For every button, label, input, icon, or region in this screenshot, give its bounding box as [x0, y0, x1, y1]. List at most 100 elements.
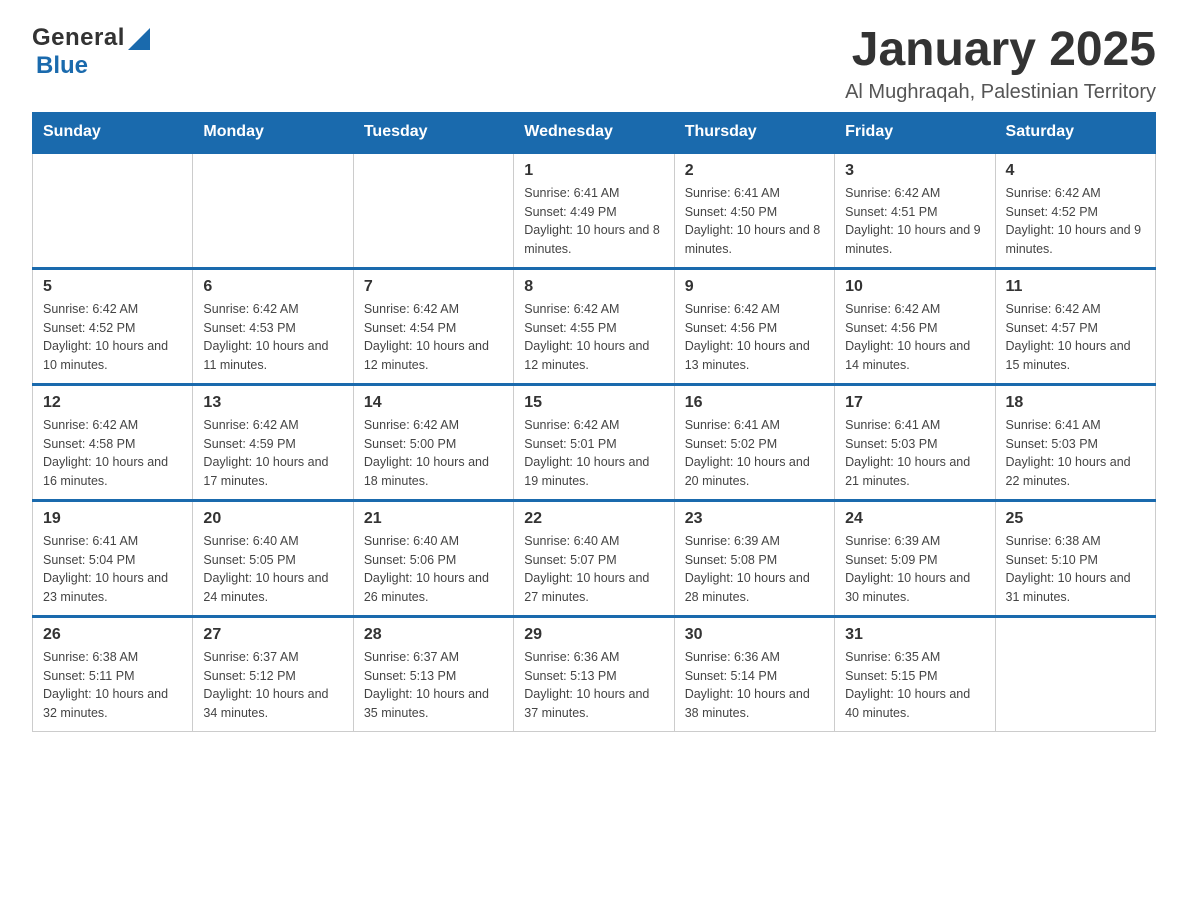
- day-cell: 11 Sunrise: 6:42 AMSunset: 4:57 PMDayligh…: [995, 268, 1155, 384]
- day-cell: 5 Sunrise: 6:42 AMSunset: 4:52 PMDaylight…: [33, 268, 193, 384]
- day-cell: 4 Sunrise: 6:42 AMSunset: 4:52 PMDaylight…: [995, 152, 1155, 268]
- day-info: Sunrise: 6:40 AMSunset: 5:07 PMDaylight:…: [524, 532, 663, 607]
- day-cell: 6 Sunrise: 6:42 AMSunset: 4:53 PMDaylight…: [193, 268, 353, 384]
- day-number: 12: [43, 394, 182, 412]
- day-cell: [193, 152, 353, 268]
- day-info: Sunrise: 6:42 AMSunset: 4:52 PMDaylight:…: [43, 300, 182, 375]
- day-cell: 15 Sunrise: 6:42 AMSunset: 5:01 PMDayligh…: [514, 384, 674, 500]
- day-info: Sunrise: 6:40 AMSunset: 5:05 PMDaylight:…: [203, 532, 342, 607]
- header-cell-wednesday: Wednesday: [514, 112, 674, 152]
- day-number: 5: [43, 278, 182, 296]
- title-section: January 2025 Al Mughraqah, Palestinian T…: [845, 24, 1156, 104]
- day-number: 10: [845, 278, 984, 296]
- day-info: Sunrise: 6:42 AMSunset: 4:52 PMDaylight:…: [1006, 184, 1145, 259]
- day-cell: 25Sunrise: 6:38 AMSunset: 5:10 PMDayligh…: [995, 500, 1155, 616]
- day-info: Sunrise: 6:37 AMSunset: 5:12 PMDaylight:…: [203, 648, 342, 723]
- week-row-4: 19 Sunrise: 6:41 AMSunset: 5:04 PMDayligh…: [33, 500, 1156, 616]
- day-info: Sunrise: 6:35 AMSunset: 5:15 PMDaylight:…: [845, 648, 984, 723]
- day-number: 19: [43, 510, 182, 528]
- day-info: Sunrise: 6:42 AMSunset: 4:51 PMDaylight:…: [845, 184, 984, 259]
- day-info: Sunrise: 6:42 AMSunset: 4:55 PMDaylight:…: [524, 300, 663, 375]
- day-cell: 7 Sunrise: 6:42 AMSunset: 4:54 PMDaylight…: [353, 268, 513, 384]
- day-cell: 31 Sunrise: 6:35 AMSunset: 5:15 PMDayligh…: [835, 616, 995, 731]
- day-number: 29: [524, 626, 663, 644]
- day-number: 4: [1006, 162, 1145, 180]
- day-number: 2: [685, 162, 824, 180]
- day-info: Sunrise: 6:41 AMSunset: 4:50 PMDaylight:…: [685, 184, 824, 259]
- logo: General Blue: [32, 24, 150, 80]
- day-cell: 29 Sunrise: 6:36 AMSunset: 5:13 PMDayligh…: [514, 616, 674, 731]
- day-number: 17: [845, 394, 984, 412]
- day-info: Sunrise: 6:38 AMSunset: 5:10 PMDaylight:…: [1006, 532, 1145, 607]
- day-info: Sunrise: 6:36 AMSunset: 5:13 PMDaylight:…: [524, 648, 663, 723]
- day-cell: 20 Sunrise: 6:40 AMSunset: 5:05 PMDayligh…: [193, 500, 353, 616]
- day-info: Sunrise: 6:36 AMSunset: 5:14 PMDaylight:…: [685, 648, 824, 723]
- day-number: 28: [364, 626, 503, 644]
- day-number: 30: [685, 626, 824, 644]
- day-info: Sunrise: 6:42 AMSunset: 4:53 PMDaylight:…: [203, 300, 342, 375]
- header-row: SundayMondayTuesdayWednesdayThursdayFrid…: [33, 112, 1156, 152]
- day-cell: 10 Sunrise: 6:42 AMSunset: 4:56 PMDayligh…: [835, 268, 995, 384]
- day-number: 18: [1006, 394, 1145, 412]
- header-cell-tuesday: Tuesday: [353, 112, 513, 152]
- day-cell: 19 Sunrise: 6:41 AMSunset: 5:04 PMDayligh…: [33, 500, 193, 616]
- calendar-table: SundayMondayTuesdayWednesdayThursdayFrid…: [32, 112, 1156, 732]
- day-info: Sunrise: 6:41 AMSunset: 5:02 PMDaylight:…: [685, 416, 824, 491]
- day-info: Sunrise: 6:42 AMSunset: 4:56 PMDaylight:…: [845, 300, 984, 375]
- day-info: Sunrise: 6:37 AMSunset: 5:13 PMDaylight:…: [364, 648, 503, 723]
- day-cell: [995, 616, 1155, 731]
- header-cell-saturday: Saturday: [995, 112, 1155, 152]
- day-number: 20: [203, 510, 342, 528]
- day-info: Sunrise: 6:39 AMSunset: 5:08 PMDaylight:…: [685, 532, 824, 607]
- calendar-body: 1 Sunrise: 6:41 AMSunset: 4:49 PMDaylight…: [33, 152, 1156, 731]
- day-info: Sunrise: 6:41 AMSunset: 4:49 PMDaylight:…: [524, 184, 663, 259]
- day-cell: 28 Sunrise: 6:37 AMSunset: 5:13 PMDayligh…: [353, 616, 513, 731]
- day-cell: 26Sunrise: 6:38 AMSunset: 5:11 PMDayligh…: [33, 616, 193, 731]
- day-cell: 14 Sunrise: 6:42 AMSunset: 5:00 PMDayligh…: [353, 384, 513, 500]
- day-cell: 21 Sunrise: 6:40 AMSunset: 5:06 PMDayligh…: [353, 500, 513, 616]
- day-cell: 2 Sunrise: 6:41 AMSunset: 4:50 PMDaylight…: [674, 152, 834, 268]
- day-info: Sunrise: 6:42 AMSunset: 5:01 PMDaylight:…: [524, 416, 663, 491]
- week-row-1: 1 Sunrise: 6:41 AMSunset: 4:49 PMDaylight…: [33, 152, 1156, 268]
- day-info: Sunrise: 6:41 AMSunset: 5:03 PMDaylight:…: [845, 416, 984, 491]
- day-cell: 30 Sunrise: 6:36 AMSunset: 5:14 PMDayligh…: [674, 616, 834, 731]
- day-info: Sunrise: 6:42 AMSunset: 4:54 PMDaylight:…: [364, 300, 503, 375]
- day-number: 23: [685, 510, 824, 528]
- day-number: 9: [685, 278, 824, 296]
- day-cell: [353, 152, 513, 268]
- day-info: Sunrise: 6:41 AMSunset: 5:04 PMDaylight:…: [43, 532, 182, 607]
- day-cell: 1 Sunrise: 6:41 AMSunset: 4:49 PMDaylight…: [514, 152, 674, 268]
- day-info: Sunrise: 6:39 AMSunset: 5:09 PMDaylight:…: [845, 532, 984, 607]
- week-row-5: 26Sunrise: 6:38 AMSunset: 5:11 PMDayligh…: [33, 616, 1156, 731]
- day-number: 14: [364, 394, 503, 412]
- day-number: 22: [524, 510, 663, 528]
- day-number: 1: [524, 162, 663, 180]
- month-title: January 2025: [845, 24, 1156, 77]
- day-info: Sunrise: 6:38 AMSunset: 5:11 PMDaylight:…: [43, 648, 182, 723]
- day-info: Sunrise: 6:42 AMSunset: 5:00 PMDaylight:…: [364, 416, 503, 491]
- location-title: Al Mughraqah, Palestinian Territory: [845, 81, 1156, 104]
- logo-triangle-icon: [128, 28, 150, 50]
- day-number: 27: [203, 626, 342, 644]
- day-number: 31: [845, 626, 984, 644]
- day-info: Sunrise: 6:40 AMSunset: 5:06 PMDaylight:…: [364, 532, 503, 607]
- day-number: 21: [364, 510, 503, 528]
- header-cell-friday: Friday: [835, 112, 995, 152]
- day-number: 7: [364, 278, 503, 296]
- day-number: 11: [1006, 278, 1145, 296]
- day-cell: 22 Sunrise: 6:40 AMSunset: 5:07 PMDayligh…: [514, 500, 674, 616]
- header-cell-monday: Monday: [193, 112, 353, 152]
- header-cell-sunday: Sunday: [33, 112, 193, 152]
- day-number: 15: [524, 394, 663, 412]
- day-info: Sunrise: 6:42 AMSunset: 4:58 PMDaylight:…: [43, 416, 182, 491]
- day-cell: 27 Sunrise: 6:37 AMSunset: 5:12 PMDayligh…: [193, 616, 353, 731]
- day-cell: [33, 152, 193, 268]
- day-number: 6: [203, 278, 342, 296]
- logo-general-text: General: [32, 24, 125, 52]
- day-number: 24: [845, 510, 984, 528]
- day-info: Sunrise: 6:42 AMSunset: 4:57 PMDaylight:…: [1006, 300, 1145, 375]
- day-cell: 12 Sunrise: 6:42 AMSunset: 4:58 PMDayligh…: [33, 384, 193, 500]
- day-number: 16: [685, 394, 824, 412]
- day-cell: 17 Sunrise: 6:41 AMSunset: 5:03 PMDayligh…: [835, 384, 995, 500]
- day-cell: 9Sunrise: 6:42 AMSunset: 4:56 PMDaylight…: [674, 268, 834, 384]
